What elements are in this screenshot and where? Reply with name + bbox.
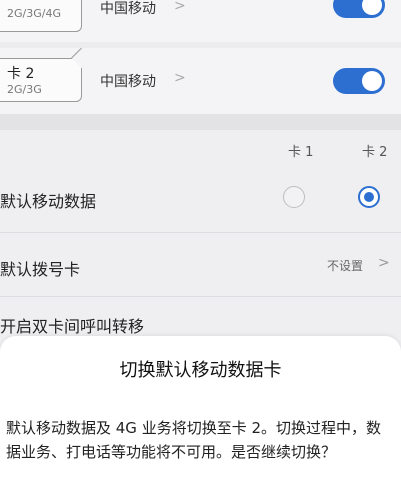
sim-carrier-name: 中国移动: [100, 74, 156, 90]
sim-row-card1[interactable]: 2G/3G/4G 中国移动 >: [0, 0, 401, 42]
sim-card-icon: 2G/3G/4G: [0, 0, 82, 32]
sim-network-types: 2G/3G: [7, 83, 42, 96]
default-data-label: 默认移动数据: [0, 192, 97, 211]
switch-data-card-dialog: 切换默认移动数据卡 默认移动数据及 4G 业务将切换至卡 2。切换过程中，数据业…: [0, 336, 401, 480]
toggle-knob: [362, 0, 382, 15]
dual-sim-settings-screen: 2G/3G/4G 中国移动 > 卡 2 2G/3G 中国移动 > 卡 1 卡 2…: [0, 0, 401, 480]
sim-card2-toggle[interactable]: [333, 68, 385, 94]
dialog-message: 默认移动数据及 4G 业务将切换至卡 2。切换过程中，数据业务、打电话等功能将不…: [6, 419, 382, 461]
default-dial-label: 默认拨号卡: [0, 260, 81, 279]
column-header-card1: 卡 1: [288, 145, 314, 160]
sim-card-label: 卡 2: [7, 66, 35, 82]
chevron-right-icon: >: [174, 70, 186, 86]
call-forward-label[interactable]: 开启双卡间呼叫转移: [0, 313, 144, 337]
default-dial-value: 不设置: [327, 259, 364, 273]
toggle-knob: [362, 71, 382, 91]
column-header-card2: 卡 2: [362, 145, 388, 160]
sim-carrier-name: 中国移动: [100, 1, 156, 17]
divider: [0, 296, 401, 297]
default-data-card2-radio[interactable]: [358, 186, 380, 208]
sim-card1-toggle[interactable]: [333, 0, 385, 18]
chevron-right-icon: >: [174, 0, 186, 14]
sim-card-icon: 卡 2 2G/3G: [0, 58, 82, 102]
chevron-right-icon: >: [378, 255, 390, 271]
dialog-title: 切换默认移动数据卡: [119, 360, 282, 381]
default-data-card1-radio[interactable]: [283, 186, 305, 208]
section-gap: [0, 114, 401, 130]
divider: [0, 232, 401, 233]
sim-network-types: 2G/3G/4G: [7, 7, 61, 20]
sim-row-card2[interactable]: 卡 2 2G/3G 中国移动 >: [0, 48, 401, 114]
